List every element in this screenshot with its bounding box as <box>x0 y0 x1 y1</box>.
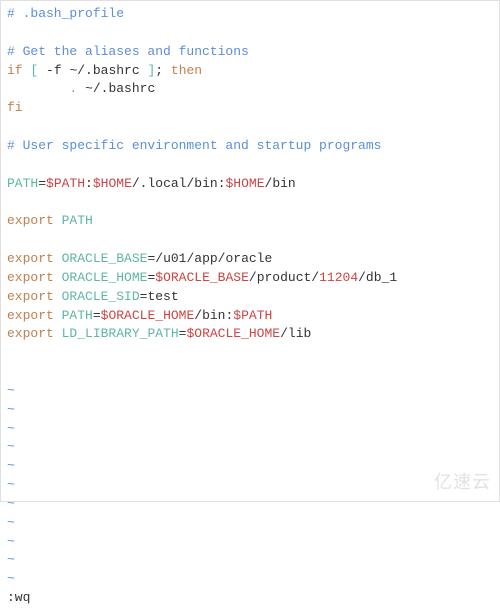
name-ld-library-path: LD_LIBRARY_PATH <box>62 326 179 341</box>
comment-aliases: # Get the aliases and functions <box>7 44 249 59</box>
name-oracle-sid: ORACLE_SID <box>62 289 140 304</box>
vim-command[interactable]: :wq <box>7 589 493 608</box>
empty-line-tilde: ~ <box>7 438 493 457</box>
blank-line <box>7 24 493 43</box>
var-oracle-base: $ORACLE_BASE <box>155 270 249 285</box>
blank-line <box>7 231 493 250</box>
code-line: if [ -f ~/.bashrc ]; then <box>7 62 493 81</box>
code-line: export ORACLE_HOME=$ORACLE_BASE/product/… <box>7 269 493 288</box>
name-path: PATH <box>62 308 93 323</box>
name-oracle-home: ORACLE_HOME <box>62 270 148 285</box>
empty-line-tilde: ~ <box>7 570 493 589</box>
version-number: 11204 <box>319 270 358 285</box>
empty-line-tilde: ~ <box>7 533 493 552</box>
blank-line <box>7 344 493 363</box>
code-line: export LD_LIBRARY_PATH=$ORACLE_HOME/lib <box>7 325 493 344</box>
empty-line-tilde: ~ <box>7 420 493 439</box>
name-path: PATH <box>62 213 93 228</box>
empty-line-tilde: ~ <box>7 401 493 420</box>
code-line: export PATH=$ORACLE_HOME/bin:$PATH <box>7 307 493 326</box>
code-line: export ORACLE_SID=test <box>7 288 493 307</box>
code-line: # Get the aliases and functions <box>7 43 493 62</box>
name-path: PATH <box>7 176 38 191</box>
keyword-if: if <box>7 63 23 78</box>
code-line: # User specific environment and startup … <box>7 137 493 156</box>
blank-line <box>7 363 493 382</box>
empty-line-tilde: ~ <box>7 457 493 476</box>
keyword-export: export <box>7 213 54 228</box>
code-line: export PATH <box>7 212 493 231</box>
comment-header: # .bash_profile <box>7 6 124 21</box>
var-oracle-home: $ORACLE_HOME <box>186 326 280 341</box>
comment-userspec: # User specific environment and startup … <box>7 138 381 153</box>
blank-line <box>7 156 493 175</box>
name-oracle-base: ORACLE_BASE <box>62 251 148 266</box>
code-line: fi <box>7 99 493 118</box>
var-oracle-home: $ORACLE_HOME <box>101 308 195 323</box>
blank-line <box>7 118 493 137</box>
var-home: $HOME <box>93 176 132 191</box>
code-line: . ~/.bashrc <box>7 80 493 99</box>
var-home: $HOME <box>226 176 265 191</box>
keyword-fi: fi <box>7 100 23 115</box>
keyword-then: then <box>171 63 202 78</box>
empty-line-tilde: ~ <box>7 495 493 514</box>
empty-line-tilde: ~ <box>7 514 493 533</box>
empty-line-tilde: ~ <box>7 476 493 495</box>
code-line: # .bash_profile <box>7 5 493 24</box>
empty-line-tilde: ~ <box>7 551 493 570</box>
var-path: $PATH <box>46 176 85 191</box>
code-line: PATH=$PATH:$HOME/.local/bin:$HOME/bin <box>7 175 493 194</box>
code-line: export ORACLE_BASE=/u01/app/oracle <box>7 250 493 269</box>
empty-line-tilde: ~ <box>7 382 493 401</box>
var-path: $PATH <box>233 308 272 323</box>
blank-line <box>7 193 493 212</box>
